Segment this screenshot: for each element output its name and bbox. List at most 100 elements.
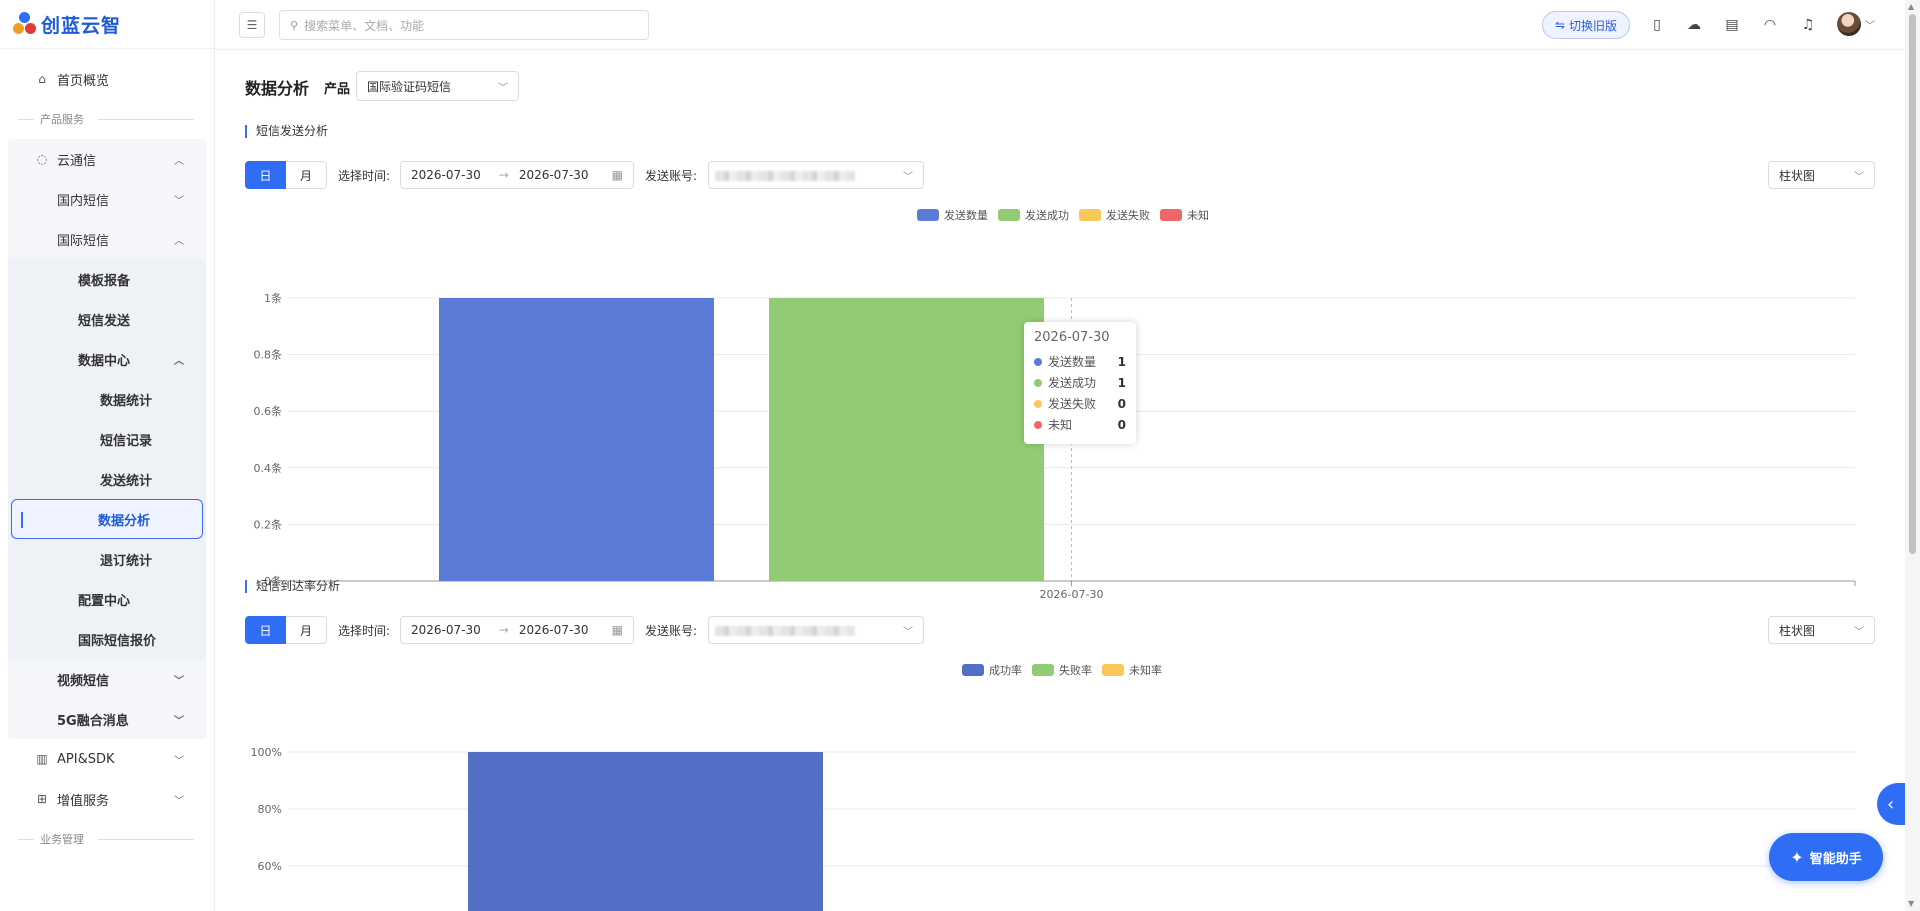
- cloud-download-icon[interactable]: ☁: [1684, 15, 1704, 35]
- sidebar-item-send-stats[interactable]: 发送统计: [8, 459, 206, 499]
- end-date[interactable]: 2026-07-30: [519, 623, 589, 637]
- range-arrow: →: [498, 168, 509, 182]
- tooltip-row: 发送成功 1: [1034, 372, 1126, 393]
- date-range-picker-send[interactable]: 2026-07-30 → 2026-07-30 ▦: [400, 161, 634, 189]
- switch-version-button[interactable]: ⇋ 切换旧版: [1542, 11, 1630, 39]
- section-title-send: 短信发送分析: [245, 125, 328, 138]
- legend-swatch: [1102, 664, 1124, 676]
- swap-icon: ⇋: [1554, 18, 1566, 32]
- chevron-down-icon: ﹀: [903, 626, 913, 638]
- chevron-left-icon: ‹: [1887, 793, 1895, 815]
- bell-icon[interactable]: ♫: [1798, 15, 1818, 35]
- account-select-send[interactable]: ﹀: [708, 161, 924, 189]
- account-label: 发送账号:: [645, 169, 698, 183]
- legend-swatch: [1079, 209, 1101, 221]
- document-icon[interactable]: ▤: [1722, 15, 1742, 35]
- date-range-picker-rate[interactable]: 2026-07-30 → 2026-07-30 ▦: [400, 616, 634, 644]
- dot-icon: [1034, 357, 1042, 366]
- legend-item[interactable]: 发送数量: [917, 207, 988, 223]
- end-date[interactable]: 2026-07-30: [519, 168, 589, 182]
- account-value-redacted: [715, 171, 855, 181]
- start-date[interactable]: 2026-07-30: [411, 623, 481, 637]
- sidebar-item-intl-sms[interactable]: 国际短信 ︿: [8, 219, 206, 259]
- scroll-up-icon[interactable]: ▲: [1908, 2, 1914, 11]
- y-tick-label: 60%: [258, 860, 282, 873]
- brand-logo[interactable]: 创蓝云智: [0, 0, 214, 49]
- account-select-rate[interactable]: ﹀: [708, 616, 924, 644]
- main-content: 数据分析 产品 国际验证码短信 ﹀ 短信发送分析 日 月 选择时间: 2026-…: [215, 50, 1905, 911]
- legend-label: 失败率: [1059, 664, 1092, 677]
- legend-rate: 成功率 失败率 未知率: [962, 662, 1162, 678]
- dot-icon: [1034, 378, 1042, 387]
- legend-swatch: [998, 209, 1020, 221]
- search-icon: ⚲: [290, 18, 299, 32]
- y-tick-label: 0.6条: [254, 404, 283, 418]
- sidebar-item-video-sms[interactable]: 视频短信 ﹀: [8, 659, 206, 699]
- chart-type-select-send[interactable]: 柱状图 ﹀: [1768, 161, 1875, 189]
- legend-label: 未知率: [1129, 664, 1162, 677]
- chart-type-select-rate[interactable]: 柱状图 ﹀: [1768, 616, 1875, 644]
- book-icon[interactable]: ▯: [1647, 15, 1667, 35]
- sidebar-item-cloud-comm[interactable]: ◌ 云通信 ︿: [8, 139, 206, 179]
- headset-icon[interactable]: ◠: [1760, 15, 1780, 35]
- sidebar-item-domestic-sms[interactable]: 国内短信 ﹀: [8, 179, 206, 219]
- legend-label: 成功率: [989, 664, 1022, 677]
- sidebar-item-data-center[interactable]: 数据中心 ︿: [8, 339, 206, 379]
- legend-item[interactable]: 失败率: [1032, 662, 1092, 678]
- sidebar-item-unsub-stats[interactable]: 退订统计: [8, 539, 206, 579]
- calendar-icon: ▦: [611, 623, 623, 637]
- sidebar-item-template[interactable]: 模板报备: [8, 259, 206, 299]
- legend-item[interactable]: 未知率: [1102, 662, 1162, 678]
- legend-swatch: [962, 664, 984, 676]
- sidebar-item-home[interactable]: ⌂ 首页概览: [0, 59, 214, 99]
- home-icon: ⌂: [38, 72, 46, 86]
- y-tick-label: 100%: [251, 746, 282, 759]
- sidebar-item-value-added[interactable]: ⊞ 增值服务 ﹀: [0, 779, 214, 819]
- avatar[interactable]: [1837, 12, 1861, 36]
- tooltip-row: 未知 0: [1034, 414, 1126, 435]
- legend-item[interactable]: 发送成功: [998, 207, 1069, 223]
- chevron-down-icon: ﹀: [1854, 171, 1864, 183]
- day-tab[interactable]: 日: [245, 616, 286, 644]
- menu-toggle-icon[interactable]: ☰: [239, 12, 265, 38]
- sidebar: 创蓝云智 ⌂ 首页概览 产品服务 ◌ 云通信 ︿ 国内短信 ﹀ 国际短信 ︿ 模…: [0, 0, 215, 911]
- chevron-up-icon: ︿: [174, 155, 184, 167]
- sidebar-item-data-analysis[interactable]: 数据分析: [11, 499, 203, 539]
- chevron-up-icon: ︿: [174, 355, 184, 367]
- sidebar-item-sms-records[interactable]: 短信记录: [8, 419, 206, 459]
- period-toggle-send: 日 月: [245, 161, 327, 189]
- bar: [769, 298, 1044, 581]
- account-value-redacted: [715, 626, 855, 636]
- sidebar-item-api-sdk[interactable]: ▥ API&SDK ﹀: [0, 739, 214, 779]
- page-scrollbar[interactable]: ▲ ▼: [1905, 0, 1920, 911]
- scroll-down-icon[interactable]: ▼: [1908, 899, 1914, 908]
- product-label: 产品: [324, 82, 351, 97]
- month-tab[interactable]: 月: [286, 616, 327, 644]
- product-select[interactable]: 国际验证码短信 ﹀: [356, 71, 519, 101]
- legend-item[interactable]: 成功率: [962, 662, 1022, 678]
- brand-name: 创蓝云智: [41, 14, 122, 37]
- chevron-down-icon[interactable]: ﹀: [1865, 17, 1875, 32]
- sidebar-item-data-stats[interactable]: 数据统计: [8, 379, 206, 419]
- sidebar-item-5g-msg[interactable]: 5G融合消息 ﹀: [8, 699, 206, 739]
- sidebar-item-intl-quote[interactable]: 国际短信报价: [8, 619, 206, 659]
- legend-label: 未知: [1187, 209, 1209, 222]
- chart-tooltip: 2026-07-30 发送数量 1 发送成功 1 发送失败 0 未知 0: [1024, 322, 1136, 444]
- legend-item[interactable]: 未知: [1160, 207, 1209, 223]
- start-date[interactable]: 2026-07-30: [411, 168, 481, 182]
- search-input[interactable]: ⚲ 搜索菜单、文档、功能: [279, 10, 649, 40]
- month-tab[interactable]: 月: [286, 161, 327, 189]
- intl-sms-submenu: 模板报备 短信发送 数据中心 ︿ 数据统计 短信记录 发送统计 数据分析 退订统…: [8, 259, 206, 659]
- sidebar-item-sms-send[interactable]: 短信发送: [8, 299, 206, 339]
- legend-swatch: [917, 209, 939, 221]
- sidebar-nav: ⌂ 首页概览 产品服务 ◌ 云通信 ︿ 国内短信 ﹀ 国际短信 ︿ 模板报备 短…: [0, 49, 214, 859]
- day-tab[interactable]: 日: [245, 161, 286, 189]
- dot-icon: [1034, 399, 1042, 408]
- scrollbar-thumb[interactable]: [1909, 14, 1916, 554]
- dot-icon: [1034, 420, 1042, 429]
- legend-label: 发送成功: [1025, 209, 1069, 222]
- ai-assistant-button[interactable]: ✦ 智能助手: [1769, 833, 1883, 881]
- legend-item[interactable]: 发送失败: [1079, 207, 1150, 223]
- sidebar-item-config-center[interactable]: 配置中心: [8, 579, 206, 619]
- sparkle-icon: ✦: [1790, 847, 1804, 867]
